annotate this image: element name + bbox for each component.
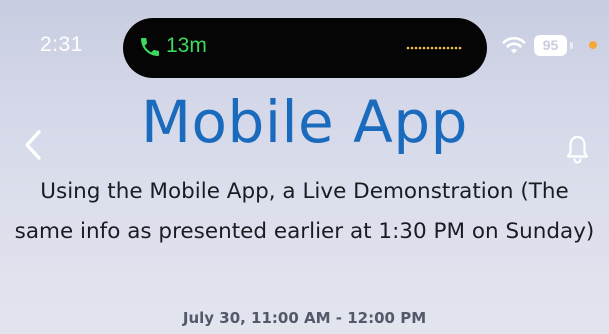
- event-time: July 30, 11:00 AM - 12:00 PM: [182, 309, 427, 327]
- waveform-icon: [406, 46, 462, 50]
- event-title: Using the Mobile App, a Live Demonstrati…: [14, 179, 595, 244]
- battery-tip: [570, 42, 573, 49]
- privacy-indicator-dot: [589, 41, 597, 49]
- dynamic-island-call[interactable]: 13m: [123, 18, 487, 78]
- phone-icon: [141, 38, 159, 56]
- battery-icon: 95: [534, 35, 567, 56]
- call-duration: 13m: [166, 34, 207, 57]
- wifi-icon: [502, 36, 526, 54]
- status-time: 2:31: [40, 33, 83, 56]
- overlay-title: Mobile App: [140, 88, 468, 156]
